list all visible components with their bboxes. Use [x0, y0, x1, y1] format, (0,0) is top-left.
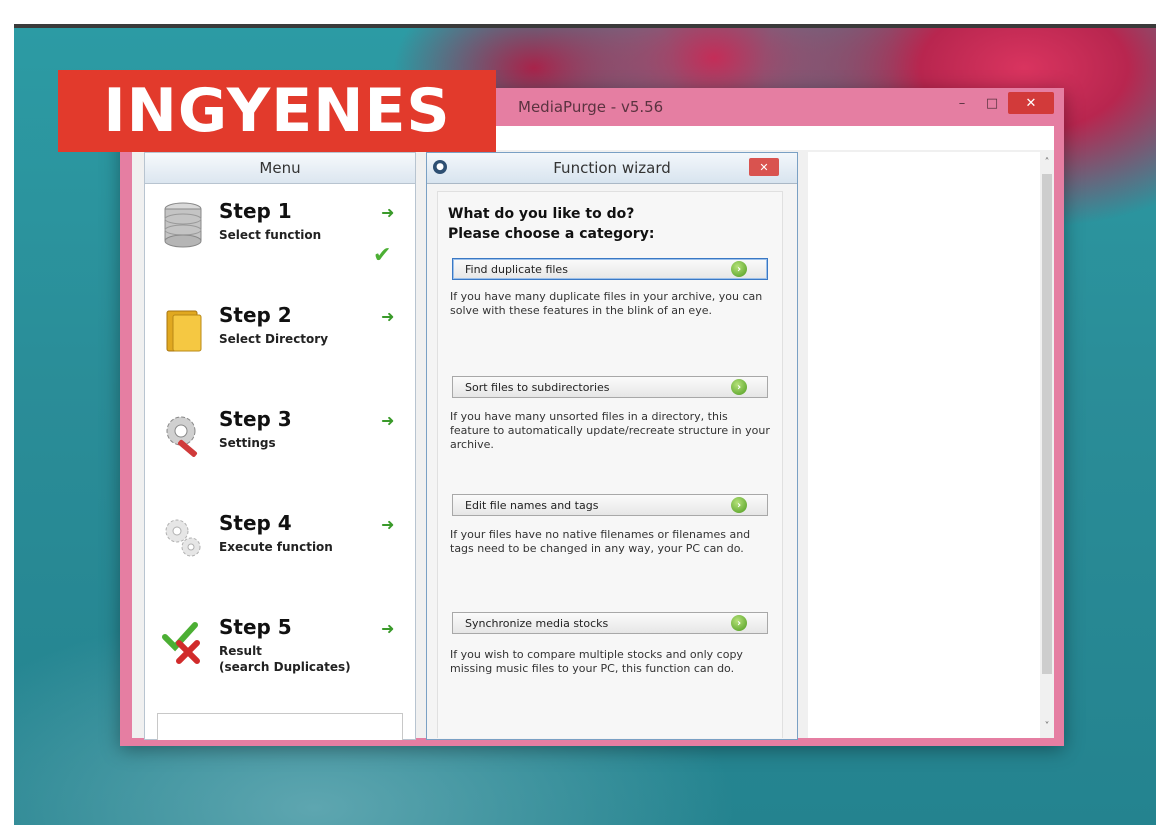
- client-area: Menu Step 1 Select function ➜ ✔ Step 2 S…: [132, 150, 1054, 740]
- window-title: MediaPurge - v5.56: [518, 98, 664, 116]
- arrow-right-icon: ➜: [381, 203, 395, 222]
- check-cross-icon: [162, 622, 200, 664]
- step-1-subtitle: Select function: [219, 228, 322, 242]
- maximize-button[interactable]: □: [978, 92, 1006, 114]
- arrow-right-icon: ➜: [381, 619, 395, 638]
- step-4-title: Step 4: [219, 511, 292, 535]
- wizard-header: ● Function wizard ✕: [427, 153, 797, 184]
- question-line-1: What do you like to do?: [448, 206, 635, 222]
- arrow-right-icon: ➜: [381, 411, 395, 430]
- go-arrow-icon: ›: [731, 615, 747, 631]
- find-duplicates-button[interactable]: Find duplicate files ›: [452, 258, 768, 280]
- scroll-up-icon[interactable]: ˄: [1040, 154, 1054, 170]
- menu-pane: Menu Step 1 Select function ➜ ✔ Step 2 S…: [144, 152, 416, 740]
- scroll-thumb[interactable]: [1042, 174, 1052, 674]
- database-icon: [164, 202, 202, 248]
- step-2[interactable]: Step 2 Select Directory ➜: [145, 293, 415, 383]
- go-arrow-icon: ›: [731, 497, 747, 513]
- checkmark-icon: ✔: [373, 243, 392, 268]
- folder-icon: [166, 310, 202, 352]
- step-3[interactable]: Step 3 Settings ➜: [145, 397, 415, 487]
- question-line-2: Please choose a category:: [448, 226, 655, 242]
- content-area: [808, 152, 1040, 738]
- step-2-title: Step 2: [219, 303, 292, 327]
- sort-files-description: If you have many unsorted files in a dir…: [450, 410, 770, 451]
- find-duplicates-label: Find duplicate files: [465, 262, 568, 276]
- synchronize-stocks-button[interactable]: Synchronize media stocks ›: [452, 612, 768, 634]
- step-4-subtitle: Execute function: [219, 540, 333, 554]
- wizard-question: What do you like to do? Please choose a …: [448, 204, 654, 244]
- wizard-body: What do you like to do? Please choose a …: [437, 191, 783, 738]
- step-5-subtitle: Result (search Duplicates): [219, 643, 351, 675]
- step-5-subtitle-line1: Result: [219, 644, 262, 658]
- scroll-down-icon[interactable]: ˅: [1040, 718, 1054, 734]
- magazine-banner: INGYENES: [58, 70, 496, 152]
- step-1-title: Step 1: [219, 199, 292, 223]
- step-1[interactable]: Step 1 Select function ➜ ✔: [145, 189, 415, 279]
- edit-names-tags-button[interactable]: Edit file names and tags ›: [452, 494, 768, 516]
- menu-header: Menu: [145, 153, 415, 184]
- menu-bottom-box: [157, 713, 403, 740]
- close-button[interactable]: ✕: [1008, 92, 1054, 114]
- step-5[interactable]: Step 5 Result (search Duplicates) ➜: [145, 605, 415, 695]
- vertical-scrollbar[interactable]: ˄ ˅: [1040, 152, 1054, 738]
- minimize-button[interactable]: –: [948, 92, 976, 114]
- app-window: MediaPurge - v5.56 – □ ✕ Menu Step 1 Sel…: [120, 88, 1064, 746]
- sort-files-button[interactable]: Sort files to subdirectories ›: [452, 376, 768, 398]
- step-3-title: Step 3: [219, 407, 292, 431]
- wizard-close-button[interactable]: ✕: [749, 158, 779, 176]
- step-2-subtitle: Select Directory: [219, 332, 329, 346]
- go-arrow-icon: ›: [731, 261, 747, 277]
- banner-text: INGYENES: [103, 76, 451, 146]
- sort-files-label: Sort files to subdirectories: [465, 380, 610, 394]
- step-3-subtitle: Settings: [219, 436, 276, 450]
- go-arrow-icon: ›: [731, 379, 747, 395]
- edit-names-tags-label: Edit file names and tags: [465, 498, 599, 512]
- edit-names-tags-description: If your files have no native filenames o…: [450, 528, 751, 555]
- find-duplicates-description: If you have many duplicate files in your…: [450, 290, 763, 317]
- step-4[interactable]: Step 4 Execute function ➜: [145, 501, 415, 591]
- step-5-subtitle-line2: (search Duplicates): [219, 660, 351, 674]
- synchronize-stocks-label: Synchronize media stocks: [465, 616, 609, 630]
- arrow-right-icon: ➜: [381, 515, 395, 534]
- arrow-right-icon: ➜: [381, 307, 395, 326]
- synchronize-stocks-description: If you wish to compare multiple stocks a…: [450, 648, 743, 675]
- gear-wrench-icon: [166, 416, 198, 457]
- step-5-title: Step 5: [219, 615, 292, 639]
- wizard-title: Function wizard: [553, 159, 671, 177]
- gears-icon: [165, 519, 201, 557]
- function-wizard-pane: ● Function wizard ✕ What do you like to …: [426, 152, 798, 740]
